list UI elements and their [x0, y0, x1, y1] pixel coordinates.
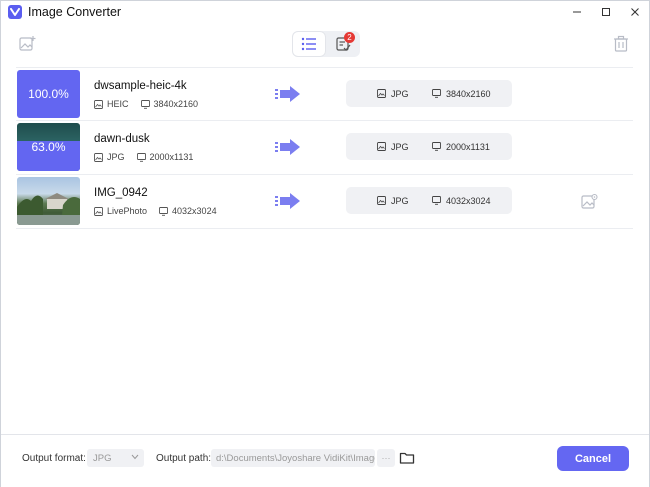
file-row: IMG_0942 LivePhoto 4032x3024 JPG 4032x30…: [16, 175, 633, 229]
task-count-badge: 2: [344, 32, 355, 43]
maximize-icon[interactable]: [591, 1, 620, 23]
file-resolution: 4032x3024: [172, 206, 217, 216]
minimize-icon[interactable]: [562, 1, 591, 23]
list-view-icon[interactable]: [292, 31, 326, 57]
output-path-label: Output path:: [156, 453, 212, 464]
window-title: Image Converter: [28, 5, 122, 19]
convert-arrow-icon: [274, 85, 302, 103]
image-format-icon: [94, 206, 103, 216]
file-list: 100.0% dwsample-heic-4k HEIC 3840x2160 J…: [16, 67, 633, 229]
convert-arrow-icon: [274, 192, 302, 210]
file-thumbnail: [17, 177, 80, 225]
output-format: JPG: [391, 88, 409, 99]
app-logo-icon: [8, 5, 22, 19]
output-format-label: Output format:: [22, 453, 86, 464]
add-image-icon[interactable]: [18, 35, 36, 53]
file-row: 63.0% dawn-dusk JPG 2000x1131 JPG 2000x1…: [16, 121, 633, 175]
progress-label: 100.0%: [28, 87, 69, 101]
image-format-icon: [377, 89, 386, 98]
output-path-field[interactable]: d:\Documents\Joyoshare VidiKit\Image: [211, 449, 375, 467]
output-format-value: JPG: [93, 452, 112, 464]
monitor-icon: [432, 142, 441, 151]
footer-bar: Output format: JPG Output path: d:\Docum…: [1, 434, 649, 487]
file-format: JPG: [107, 152, 125, 162]
output-resolution: 3840x2160: [446, 88, 491, 99]
output-resolution: 2000x1131: [446, 141, 490, 152]
file-name: IMG_0942: [94, 187, 148, 199]
monitor-icon: [432, 196, 441, 205]
file-thumbnail: 63.0%: [17, 123, 80, 171]
image-format-icon: [94, 152, 103, 162]
convert-arrow-icon: [274, 138, 302, 156]
file-format: HEIC: [107, 99, 129, 109]
output-settings[interactable]: JPG 3840x2160: [346, 80, 512, 107]
image-format-icon: [377, 196, 386, 205]
title-bar: Image Converter: [1, 1, 649, 23]
file-name: dwsample-heic-4k: [94, 80, 187, 92]
image-format-icon: [377, 142, 386, 151]
file-resolution: 2000x1131: [149, 152, 194, 162]
output-format-select[interactable]: JPG: [87, 449, 144, 467]
file-resolution: 3840x2160: [153, 99, 199, 109]
output-format: JPG: [391, 195, 409, 206]
task-list-icon[interactable]: 2: [326, 31, 360, 57]
image-format-icon: [94, 99, 103, 109]
close-icon[interactable]: [620, 1, 649, 23]
toolbar: 2: [1, 23, 649, 65]
file-format: LivePhoto: [107, 206, 148, 216]
monitor-icon: [140, 99, 150, 109]
monitor-icon: [159, 206, 168, 216]
output-resolution: 4032x3024: [446, 195, 491, 206]
view-switch: 2: [292, 31, 360, 57]
file-name: dawn-dusk: [94, 133, 150, 145]
output-path-value: d:\Documents\Joyoshare VidiKit\Image: [216, 452, 375, 464]
edit-image-icon[interactable]: [580, 193, 598, 211]
output-settings[interactable]: JPG 2000x1131: [346, 133, 512, 160]
monitor-icon: [432, 89, 441, 98]
monitor-icon: [136, 152, 146, 162]
browse-more-button[interactable]: ···: [377, 449, 395, 467]
app-window: Image Converter 2 100.0% dwsample-heic-4…: [0, 0, 650, 487]
progress-label: 63.0%: [31, 140, 66, 154]
chevron-down-icon: [131, 454, 139, 460]
output-format: JPG: [391, 141, 409, 152]
file-thumbnail: 100.0%: [17, 70, 80, 118]
file-row: 100.0% dwsample-heic-4k HEIC 3840x2160 J…: [16, 67, 633, 121]
cancel-button[interactable]: Cancel: [557, 446, 629, 471]
output-settings[interactable]: JPG 4032x3024: [346, 187, 512, 214]
trash-icon[interactable]: [612, 35, 630, 53]
folder-icon[interactable]: [399, 450, 415, 466]
